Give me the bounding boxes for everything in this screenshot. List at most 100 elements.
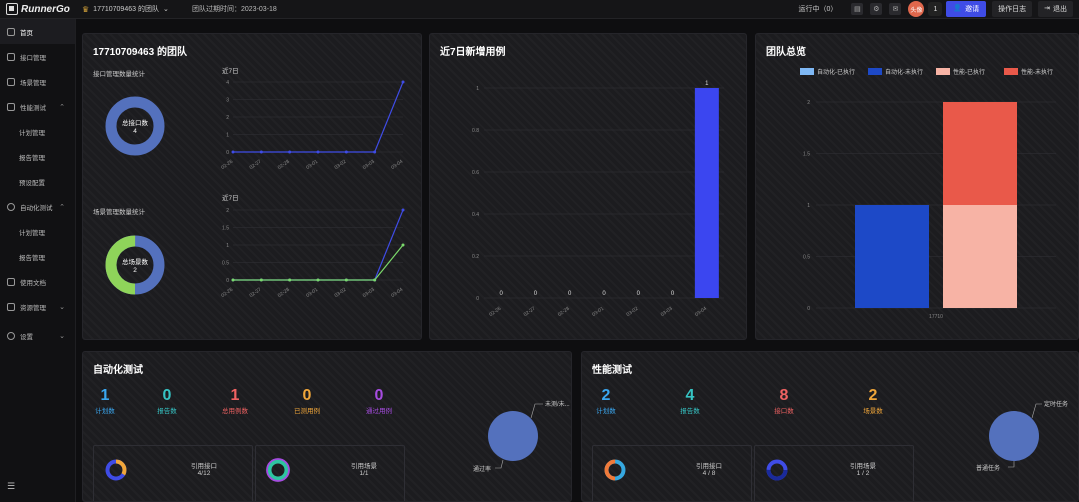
data-point [373, 278, 377, 282]
x-tick-label: 03-02 [334, 287, 348, 299]
new-cases-bar-chart: 0 0.2 0.4 0.6 0.8 1 0 02-26 0 02-27 0 02-28 0 03-01 0 0… [472, 81, 724, 318]
auto-stat-plans: 1 计划数 [83, 388, 127, 416]
stat-value: 0 [162, 387, 172, 404]
x-tick-label: 03-01 [591, 306, 605, 318]
y-tick-label: 1.5 [803, 152, 810, 158]
chevron-down-icon: ⌄ [162, 6, 169, 13]
sidebar-item-automation[interactable]: 自动化测试 ⌃ [0, 194, 75, 219]
sidebar-item-perf-plan[interactable]: 计划管理 [0, 119, 75, 144]
auto-api-card-label: 引用接口 [191, 463, 217, 470]
sidebar-item-settings[interactable]: 设置 ⌄ [0, 323, 75, 348]
chevron-up-icon: ⌃ [59, 103, 65, 111]
data-point [401, 80, 405, 84]
sidebar-item-auto-report[interactable]: 报告管理 [0, 244, 75, 269]
sidebar-item-api[interactable]: 接口管理 [0, 44, 75, 69]
ring-progress-icon [604, 459, 626, 481]
run-status[interactable]: 运行中（0） [799, 4, 838, 14]
legend-label: 自动化-未执行 [885, 68, 923, 76]
sidebar-item-scene[interactable]: 场景管理 [0, 69, 75, 94]
invite-label: 邀请 [965, 6, 980, 13]
pie-label-bottom: 普通任务 [976, 464, 1000, 472]
sidebar-item-home[interactable]: 首页 [0, 19, 75, 44]
menu-icon[interactable]: ☰ [7, 481, 15, 492]
layers-icon [7, 77, 15, 86]
sidebar-item-performance[interactable]: 性能测试 ⌃ [0, 94, 75, 119]
x-tick-label: 02-27 [249, 159, 263, 171]
y-tick-label: 1 [226, 243, 229, 249]
auto-stat-passed-cases: 0 通过用例 [357, 388, 401, 416]
stat-label: 已测用例 [294, 408, 320, 415]
logout-button[interactable]: ⇥ 退出 [1038, 1, 1073, 17]
ring-progress-icon [766, 459, 788, 481]
chevron-down-icon: ⌄ [59, 303, 65, 311]
perf-api-card-label: 引用接口 [696, 463, 722, 470]
stat-value: 2 [868, 387, 878, 404]
x-tick-label: 03-01 [305, 287, 319, 299]
perf-stat-reports: 4 报告数 [668, 388, 712, 416]
scene-stat-title: 场景管理数量统计 [93, 209, 145, 216]
sidebar-item-label: 预设配置 [19, 179, 45, 187]
ring-progress-icon [266, 458, 290, 482]
sidebar-item-label: 资源管理 [20, 304, 46, 312]
team-panel: 17710709463 的团队 接口管理数量统计 近7日 场景管理数量统计 近7… [82, 33, 422, 340]
user-icon: 👤 [953, 5, 963, 12]
api-line-chart: 0 1 2 3 4 02-26 02-27 02-28 03-01 03-02 03-03 03-04 [220, 80, 405, 171]
sidebar-item-label: 性能测试 [20, 104, 46, 112]
sidebar-item-label: 报告管理 [19, 154, 45, 162]
y-tick-label: 2 [226, 115, 229, 121]
legend-label: 性能-未执行 [1021, 68, 1053, 76]
document-icon [7, 277, 15, 286]
stat-value: 0 [302, 387, 312, 404]
data-point [288, 150, 292, 154]
gear-icon [7, 202, 15, 211]
chevron-down-icon: ⌄ [59, 332, 65, 340]
y-tick-label: 0 [226, 278, 229, 284]
invite-button[interactable]: 👤 邀请 [946, 1, 987, 17]
x-tick-label: 03-02 [334, 159, 348, 171]
y-tick-label: 0.2 [472, 254, 479, 260]
sidebar-item-resources[interactable]: 资源管理 ⌄ [0, 294, 75, 319]
auto-pass-rate-pie: 未测/未... 通过率 [473, 400, 570, 473]
expire-text: 团队过期时间：2023-03-18 [192, 6, 277, 13]
stat-label: 通过用例 [366, 408, 392, 415]
sidebar-item-perf-report[interactable]: 报告管理 [0, 144, 75, 169]
sidebar-item-preset[interactable]: 预设配置 [0, 169, 75, 194]
avatar[interactable]: 头像 [908, 1, 925, 17]
top-bar: RunnerGo ♛ 17710709463 的团队 ⌄ 团队过期时间：2023… [0, 0, 1079, 19]
stat-label: 计划数 [596, 408, 616, 415]
stacked-bar-segment [855, 205, 929, 308]
bar-value-label: 0 [568, 291, 572, 297]
chevron-up-icon: ⌃ [59, 203, 65, 211]
team-selector[interactable]: ♛ 17710709463 的团队 ⌄ [82, 4, 192, 14]
y-tick-label: 1 [807, 203, 810, 209]
sidebar-item-label: 自动化测试 [20, 204, 53, 212]
settings-icon[interactable]: ⚙ [870, 3, 883, 15]
team-name: 17710709463 的团队 [93, 6, 159, 13]
pie-slice [488, 411, 538, 461]
legend-swatch [868, 68, 882, 75]
team-panel-title: 17710709463 的团队 [93, 47, 187, 58]
operation-log-button[interactable]: 操作日志 [992, 1, 1033, 17]
data-point [316, 150, 320, 154]
sidebar-item-label: 设置 [20, 333, 33, 341]
scene-line-chart: 0 0.5 1 1.5 2 02-26 02-27 02-28 03-01 03-02 03-03 0… [220, 208, 405, 299]
perf-stat-apis: 8 接口数 [762, 388, 806, 416]
new-cases-panel: 近7日新增用例 0 0.2 0.4 0.6 0.8 1 0 02-26 0 02-27 0 02-28… [429, 33, 747, 340]
sidebar-item-auto-plan[interactable]: 计划管理 [0, 219, 75, 244]
runnergo-logo-icon [6, 3, 18, 15]
stat-label: 接口数 [774, 408, 794, 415]
x-tick-label: 02-28 [277, 159, 291, 171]
perf-scene-card-label: 引用场景 [850, 463, 876, 470]
logo-text: RunnerGo [21, 3, 70, 15]
notice-icon[interactable]: ▤ [851, 3, 864, 15]
x-tick-label: 03-03 [660, 306, 674, 318]
auto-api-card: 引用接口 4/12 [93, 445, 253, 501]
sidebar-item-docs[interactable]: 使用文档 [0, 269, 75, 294]
perf-api-card: 引用接口 4 / 8 [592, 445, 752, 501]
team-overview-bar-chart: 自动化-已执行 自动化-未执行 性能-已执行 性能-未执行 0 0.5 1 1.5 2 17710 [800, 68, 1056, 320]
pie-slice [989, 411, 1039, 461]
data-point [344, 150, 348, 154]
performance-panel: 性能测试 2 计划数 4 报告数 8 接口数 2 场景数 定时任务 普通任务 引… [581, 351, 1079, 502]
data-point [231, 150, 235, 154]
message-icon[interactable]: ✉ [889, 3, 902, 15]
